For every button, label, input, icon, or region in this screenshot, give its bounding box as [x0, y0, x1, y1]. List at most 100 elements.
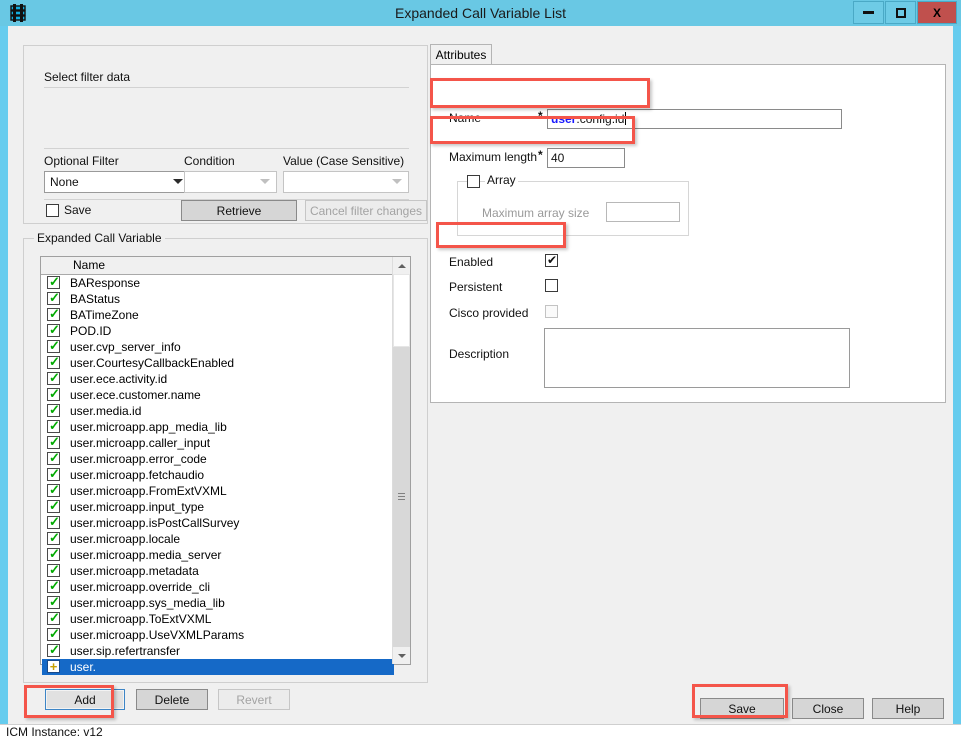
chevron-down-icon — [173, 179, 183, 184]
max-array-size-input[interactable] — [606, 202, 680, 222]
list-item-label: user.microapp.UseVXMLParams — [70, 628, 245, 642]
list-item[interactable]: ✓ user.microapp.override_cli — [42, 579, 394, 595]
scrollbar-track[interactable] — [393, 347, 410, 647]
list-item-label: user.microapp.ToExtVXML — [70, 612, 212, 626]
variable-list[interactable]: Name ✓ BAResponse ✓ BAStatus ✓ BATimeZone ✓ POD… — [40, 256, 411, 675]
list-item[interactable]: ✓ user.CourtesyCallbackEnabled — [42, 355, 394, 371]
list-item-label: user.microapp.caller_input — [70, 436, 211, 450]
checkmark-icon: ✓ — [49, 434, 60, 449]
list-item[interactable]: ✓ user.microapp.locale — [42, 531, 394, 547]
optional-filter-label: Optional Filter — [44, 154, 119, 168]
list-item[interactable]: ✓ user.cvp_server_info — [42, 339, 394, 355]
persistent-label: Persistent — [449, 280, 503, 294]
checked-box-icon[interactable]: ✓ — [47, 531, 60, 545]
revert-button[interactable]: Revert — [218, 689, 290, 710]
checkmark-icon: ✓ — [49, 290, 60, 305]
list-item[interactable]: ✓ POD.ID — [42, 323, 394, 339]
list-item-label: user.CourtesyCallbackEnabled — [70, 356, 235, 370]
checked-box-icon[interactable]: ✓ — [47, 610, 60, 625]
array-checkbox[interactable] — [467, 175, 480, 188]
plus-box-icon[interactable]: + — [47, 660, 60, 673]
list-item[interactable]: ✓ BAResponse — [42, 275, 394, 291]
delete-button[interactable]: Delete — [136, 689, 208, 710]
save-button[interactable]: Save — [700, 698, 784, 719]
checked-box-icon[interactable]: ✓ — [47, 403, 60, 417]
list-item[interactable]: ✓ user.microapp.metadata — [42, 563, 394, 579]
checked-box-icon[interactable]: ✓ — [47, 466, 60, 481]
list-item[interactable]: ✓ user.microapp.app_media_lib — [42, 419, 394, 435]
tab-attributes[interactable]: Attributes — [430, 44, 492, 65]
list-item[interactable]: ✓ user.ece.activity.id — [42, 371, 394, 387]
retrieve-button[interactable]: Retrieve — [181, 200, 297, 221]
optional-filter-select[interactable]: None — [44, 171, 190, 193]
checked-box-icon[interactable]: ✓ — [47, 627, 60, 641]
condition-select[interactable] — [184, 171, 277, 193]
list-item[interactable]: ✓ user.sip.refertransfer — [42, 643, 394, 659]
checked-box-icon[interactable]: ✓ — [47, 451, 60, 465]
list-scrollbar[interactable] — [392, 257, 410, 664]
list-item[interactable]: ✓ user.microapp.caller_input — [42, 435, 394, 451]
checked-box-icon[interactable]: ✓ — [47, 499, 60, 513]
add-button[interactable]: Add — [45, 689, 125, 710]
enabled-checkbox[interactable]: ✔ — [545, 254, 558, 267]
list-item[interactable]: + user. — [42, 659, 394, 675]
list-item[interactable]: ✓ user.microapp.sys_media_lib — [42, 595, 394, 611]
list-item[interactable]: ✓ user.microapp.fetchaudio — [42, 467, 394, 483]
persistent-checkbox[interactable] — [545, 279, 558, 292]
checked-box-icon[interactable]: ✓ — [47, 563, 60, 577]
list-item-label: BATimeZone — [70, 308, 139, 322]
list-item-label: POD.ID — [70, 324, 112, 338]
list-item[interactable]: ✓ user.microapp.isPostCallSurvey — [42, 515, 394, 531]
cancel-filter-changes-button[interactable]: Cancel filter changes — [305, 200, 427, 221]
value-label: Value (Case Sensitive) — [283, 154, 405, 168]
checked-box-icon[interactable]: ✓ — [47, 275, 60, 289]
checked-box-icon[interactable]: ✓ — [47, 643, 60, 657]
list-item[interactable]: ✓ user.ece.customer.name — [42, 387, 394, 403]
scroll-down-button[interactable] — [393, 647, 410, 664]
list-item[interactable]: ✓ user.media.id — [42, 403, 394, 419]
max-length-input[interactable]: 40 — [547, 148, 625, 168]
checked-box-icon[interactable]: ✓ — [47, 418, 60, 433]
name-value-selected: user — [551, 112, 577, 126]
list-item[interactable]: ✓ user.microapp.UseVXMLParams — [42, 627, 394, 643]
list-item[interactable]: ✓ user.microapp.media_server — [42, 547, 394, 563]
checked-box-icon[interactable]: ✓ — [47, 339, 60, 353]
checked-box-icon[interactable]: ✓ — [47, 355, 60, 369]
select-filter-data-group: Select filter data Optional Filter Condi… — [23, 45, 428, 224]
checked-box-icon[interactable]: ✓ — [47, 290, 60, 305]
scrollbar-thumb[interactable] — [393, 274, 410, 347]
checked-box-icon[interactable]: ✓ — [47, 515, 60, 529]
maximize-button[interactable] — [885, 1, 916, 24]
checkmark-icon: ✓ — [49, 610, 60, 625]
minimize-icon — [863, 11, 874, 14]
list-item[interactable]: ✓ BATimeZone — [42, 307, 394, 323]
value-select[interactable] — [283, 171, 409, 193]
name-input[interactable]: user.config.id — [547, 109, 842, 129]
help-button[interactable]: Help — [872, 698, 944, 719]
checkmark-icon: ✓ — [49, 466, 60, 481]
scroll-up-button[interactable] — [393, 257, 410, 274]
checked-box-icon[interactable]: ✓ — [47, 483, 60, 497]
list-item[interactable]: ✓ BAStatus — [42, 291, 394, 307]
checked-box-icon[interactable]: ✓ — [47, 307, 60, 321]
checked-box-icon[interactable]: ✓ — [47, 579, 60, 593]
close-button-dialog[interactable]: Close — [792, 698, 864, 719]
close-button[interactable]: X — [917, 1, 957, 24]
list-item[interactable]: ✓ user.microapp.input_type — [42, 499, 394, 515]
list-item[interactable]: ✓ user.microapp.error_code — [42, 451, 394, 467]
checkmark-icon: ✔ — [547, 253, 558, 267]
checked-box-icon[interactable]: ✓ — [47, 434, 60, 449]
checked-box-icon[interactable]: ✓ — [47, 387, 60, 401]
checkmark-icon: ✓ — [49, 418, 60, 433]
save-filter-checkbox[interactable] — [46, 204, 59, 217]
minimize-button[interactable] — [853, 1, 884, 24]
checked-box-icon[interactable]: ✓ — [47, 595, 60, 609]
list-item[interactable]: ✓ user.microapp.FromExtVXML — [42, 483, 394, 499]
checked-box-icon[interactable]: ✓ — [47, 323, 60, 337]
status-text: ICM Instance: v12 — [6, 725, 103, 737]
checked-box-icon[interactable]: ✓ — [47, 547, 60, 561]
description-textarea[interactable] — [544, 328, 850, 388]
list-item[interactable]: ✓ user.microapp.ToExtVXML — [42, 611, 394, 627]
checked-box-icon[interactable]: ✓ — [47, 371, 60, 385]
enabled-label: Enabled — [449, 255, 494, 269]
